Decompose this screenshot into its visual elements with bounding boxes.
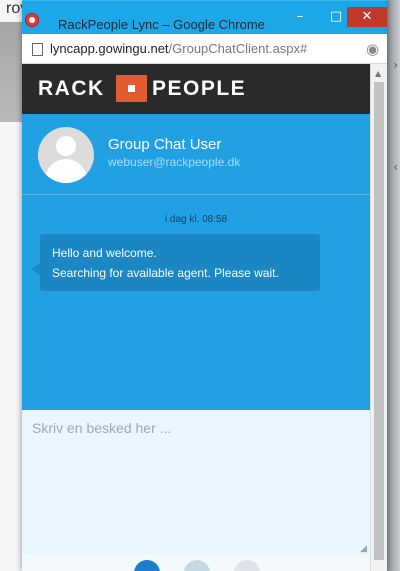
user-name: Group Chat User [108, 136, 222, 153]
background-right-mark: › [393, 58, 398, 72]
chat-client: RACK PEOPLE Group Chat User webuser@rack… [22, 64, 370, 571]
footer-button-primary[interactable] [134, 560, 160, 571]
message-input-area: ◢ [22, 410, 370, 555]
scrollbar-thumb[interactable] [374, 82, 384, 560]
brand-logo-right: PEOPLE [152, 77, 247, 100]
message-bubble: Hello and welcome. Searching for availab… [40, 234, 320, 291]
minimize-button[interactable]: – [286, 7, 314, 27]
brand-header: RACK PEOPLE [22, 64, 370, 114]
location-icon[interactable]: ◉ [366, 40, 379, 58]
url-path: /GroupChatClient.aspx# [168, 41, 308, 56]
maximize-button[interactable]: □ [322, 7, 350, 27]
background-window-edge [386, 0, 400, 571]
avatar-head [56, 136, 76, 156]
chrome-popup-window: RackPeople Lync – Google Chrome – □ ✕ ly… [22, 0, 387, 571]
message-input[interactable] [30, 418, 364, 552]
url-text[interactable]: lyncapp.gowingu.net/GroupChatClient.aspx… [50, 41, 307, 56]
message-line: Searching for available agent. Please wa… [52, 266, 279, 280]
message-line: Hello and welcome. [52, 246, 157, 260]
chat-area: Group Chat User webuser@rackpeople.dk i … [22, 114, 370, 410]
scrollbar[interactable]: ▲ [370, 64, 387, 571]
message-timestamp: i dag kl. 08:58 [164, 214, 228, 225]
footer-button-secondary[interactable] [184, 560, 210, 571]
background-shadow [0, 22, 22, 122]
avatar-icon [38, 127, 94, 183]
window-title: RackPeople Lync – Google Chrome [58, 17, 265, 32]
window-titlebar[interactable]: RackPeople Lync – Google Chrome – □ ✕ [22, 0, 387, 34]
user-email: webuser@rackpeople.dk [108, 155, 241, 169]
chat-footer [22, 555, 370, 571]
profile-divider [22, 194, 370, 195]
address-bar[interactable]: lyncapp.gowingu.net/GroupChatClient.aspx… [22, 34, 387, 64]
background-right-mark: ‹ [393, 160, 398, 174]
page-icon [32, 43, 43, 56]
avatar-body [45, 159, 87, 183]
chrome-icon [25, 13, 39, 27]
scroll-up-icon[interactable]: ▲ [375, 69, 381, 78]
resize-grip-icon[interactable]: ◢ [360, 544, 367, 554]
message-bubble-tail [31, 263, 40, 275]
brand-logo-left: RACK [38, 77, 105, 100]
close-button[interactable]: ✕ [347, 7, 387, 27]
footer-button-tertiary[interactable] [234, 560, 260, 571]
url-host: lyncapp.gowingu.net [50, 41, 169, 56]
brand-logo-mark [116, 75, 147, 102]
